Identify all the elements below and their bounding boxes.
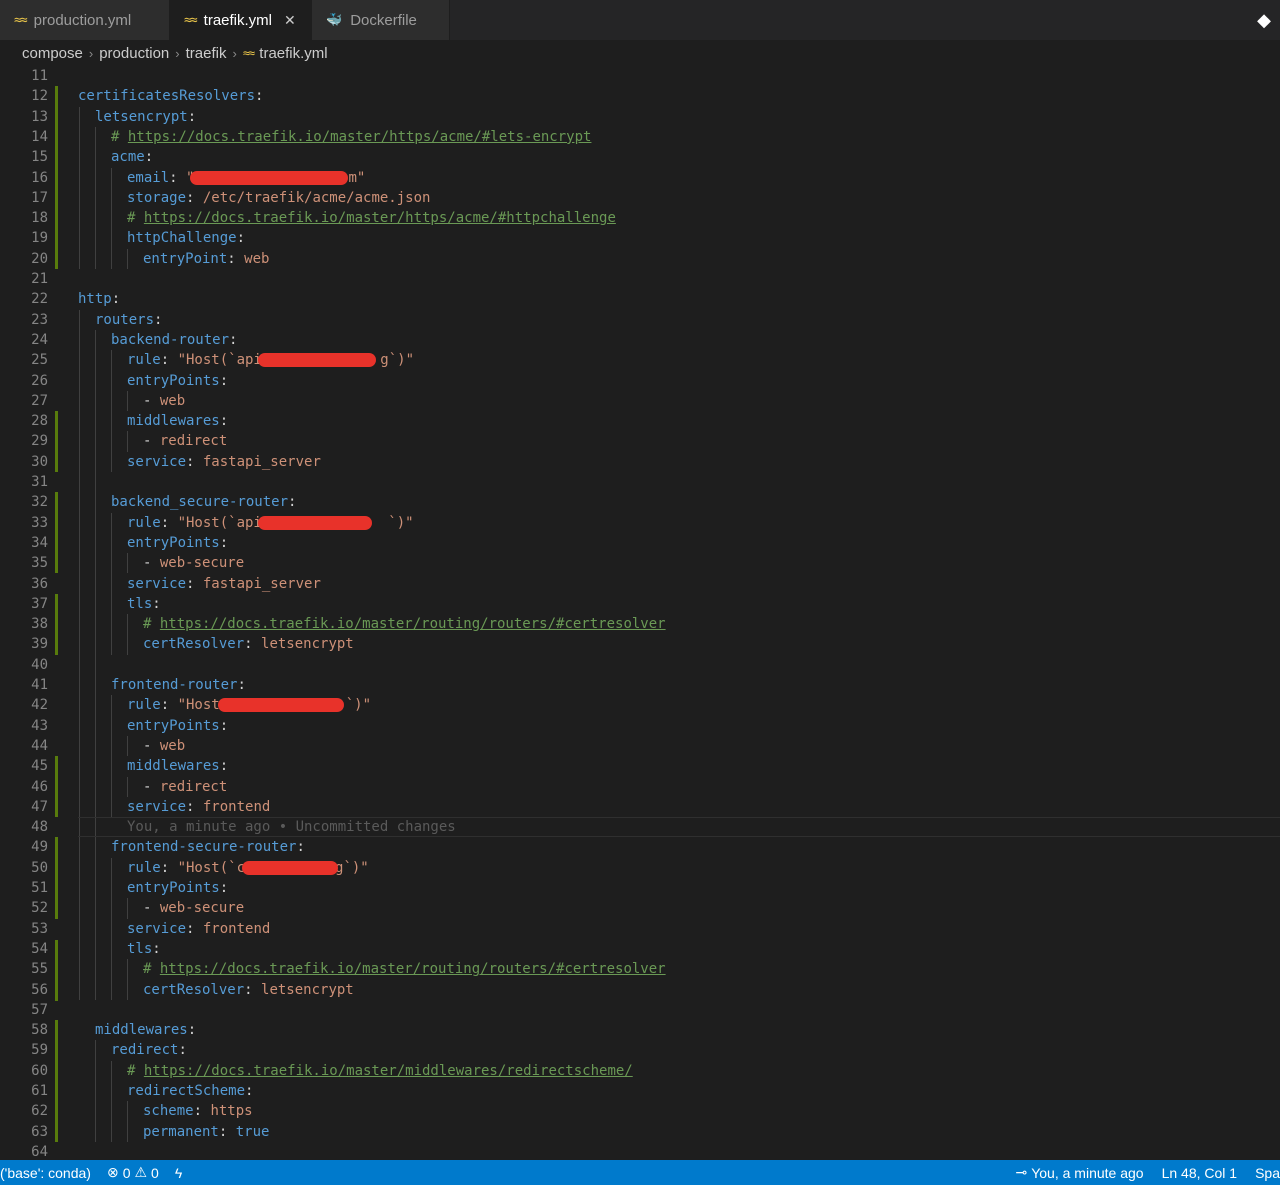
- redaction-mark: [190, 170, 348, 185]
- code-line: scheme: https: [143, 1103, 253, 1120]
- code-line: acme:: [111, 149, 154, 166]
- code-line: rule: "Host(`c g`)": [127, 859, 369, 876]
- code-line: # https://docs.traefik.io/master/https/a…: [127, 210, 616, 227]
- git-blame-annotation: You, a minute ago • Uncommitted changes: [127, 819, 456, 836]
- code-line: rule: "Host(`api. `)": [127, 514, 414, 531]
- code-line: - web-secure: [143, 555, 245, 572]
- code-line: middlewares:: [95, 1022, 197, 1039]
- line-number: 21: [31, 271, 48, 287]
- code-line: frontend-router:: [111, 677, 246, 693]
- line-number: 57: [31, 1001, 48, 1018]
- breadcrumb-item[interactable]: traefik: [186, 45, 227, 62]
- editor-tab-bar: ≈≈ production.yml ≈≈ traefik.yml ✕ 🐳 Doc…: [0, 0, 1280, 40]
- status-bar: ('base': conda) ⊗ 0 ⚠ 0 ϟ ⊸ You, a minute a…: [0, 1160, 1280, 1185]
- code-line: certResolver: letsencrypt: [143, 636, 354, 653]
- git-blame-status[interactable]: ⊸ You, a minute ago: [1007, 1164, 1151, 1181]
- code-line: - web-secure: [143, 900, 245, 917]
- comment-link[interactable]: https://docs.traefik.io/master/routing/r…: [160, 616, 666, 632]
- code-line: backend-router:: [111, 331, 238, 348]
- line-number: 31: [31, 474, 48, 490]
- redaction-mark: [258, 353, 376, 368]
- code-line: # https://docs.traefik.io/master/middlew…: [127, 1062, 633, 1079]
- code-line: letsencrypt:: [95, 108, 197, 125]
- yaml-icon: ≈≈: [242, 46, 256, 60]
- code-line: You, a minute ago • Uncommitted changes: [0, 817, 1280, 837]
- comment-link[interactable]: https://docs.traefik.io/master/https/acm…: [128, 129, 592, 145]
- code-line: tls:: [127, 940, 161, 957]
- code-line: - redirect: [143, 433, 228, 450]
- tab-production-yml[interactable]: ≈≈ production.yml: [0, 0, 170, 40]
- code-line: redirect:: [111, 1042, 187, 1059]
- code-line: routers:: [95, 311, 163, 328]
- code-line: service: frontend: [127, 920, 271, 937]
- yaml-icon: ≈≈: [14, 12, 28, 28]
- redaction-mark: [258, 515, 372, 530]
- code-line: middlewares:: [127, 758, 229, 775]
- code-line: entryPoints:: [127, 372, 229, 389]
- code-line: certResolver: letsencrypt: [143, 981, 354, 998]
- code-line: # https://docs.traefik.io/master/routing…: [143, 616, 666, 633]
- git-commit-icon: ⊸: [1015, 1164, 1028, 1180]
- code-line: - redirect: [143, 778, 228, 795]
- breadcrumb-item[interactable]: traefik.yml: [259, 45, 327, 62]
- close-icon[interactable]: ✕: [284, 12, 296, 29]
- git-compare-icon[interactable]: ◆: [1254, 10, 1274, 30]
- code-line: - web: [143, 737, 186, 754]
- code-line: backend_secure-router:: [111, 494, 297, 511]
- warning-icon: ⚠: [134, 1164, 148, 1180]
- code-line: redirectScheme:: [127, 1083, 254, 1099]
- code-line: - web: [143, 392, 186, 409]
- code-line: entryPoint: web: [143, 250, 270, 267]
- redaction-mark: [242, 860, 338, 875]
- comment-link[interactable]: https://docs.traefik.io/master/https/acm…: [144, 210, 616, 226]
- code-editor[interactable]: 11 12 13 14 15 16 17 18 19 20 21 22 23 24 25 26 27 28 29 30…: [0, 66, 1280, 1160]
- yaml-icon: ≈≈: [184, 12, 198, 28]
- code-line: storage: /etc/traefik/acme/acme.json: [127, 189, 431, 206]
- code-line: # https://docs.traefik.io/master/https/a…: [111, 128, 592, 145]
- code-line: rule: "Host `)": [127, 697, 372, 714]
- code-line: service: fastapi_server: [127, 575, 321, 592]
- code-line: entryPoints:: [127, 717, 229, 734]
- error-icon: ⊗: [106, 1164, 119, 1180]
- line-number: 11: [31, 68, 48, 84]
- code-line: middlewares:: [127, 413, 229, 430]
- comment-link[interactable]: https://docs.traefik.io/master/routing/r…: [160, 961, 666, 977]
- docker-icon: 🐳: [326, 12, 343, 27]
- tab-dockerfile[interactable]: 🐳 Dockerfile: [312, 0, 450, 40]
- breadcrumb-item[interactable]: production: [99, 45, 169, 62]
- comment-link[interactable]: https://docs.traefik.io/master/middlewar…: [144, 1063, 633, 1079]
- code-line: frontend-secure-router:: [111, 839, 305, 856]
- code-line: rule: "Host(`api. g`)": [127, 352, 415, 369]
- code-line: service: frontend: [127, 798, 271, 815]
- indentation-selector[interactable]: Spa: [1247, 1165, 1280, 1181]
- code-line: httpChallenge:: [127, 230, 246, 247]
- tab-label: production.yml: [33, 11, 132, 29]
- code-line: certificatesResolvers:: [78, 88, 264, 105]
- code-line: http:: [78, 291, 121, 308]
- chevron-right-icon: ›: [175, 45, 180, 61]
- code-line: permanent: true: [143, 1123, 270, 1140]
- tab-label: traefik.yml: [203, 11, 272, 29]
- code-line: tls:: [127, 595, 161, 612]
- code-line: entryPoints:: [127, 534, 229, 551]
- code-line: service: fastapi_server: [127, 453, 321, 470]
- breadcrumb: compose › production › traefik › ≈≈ trae…: [0, 40, 1280, 66]
- chevron-right-icon: ›: [88, 45, 94, 61]
- line-number: 40: [31, 656, 48, 673]
- chevron-right-icon: ›: [232, 45, 237, 61]
- tab-traefik-yml[interactable]: ≈≈ traefik.yml ✕: [170, 0, 312, 40]
- code-line: entryPoints:: [127, 880, 229, 896]
- code-line: # https://docs.traefik.io/master/routing…: [143, 961, 666, 978]
- cursor-position[interactable]: Ln 48, Col 1: [1152, 1165, 1248, 1181]
- python-env-selector[interactable]: ('base': conda): [0, 1165, 99, 1181]
- tab-label: Dockerfile: [350, 11, 417, 29]
- redaction-mark: [218, 698, 344, 713]
- lightning-icon[interactable]: ϟ: [167, 1165, 190, 1181]
- problems-indicator[interactable]: ⊗ 0 ⚠ 0: [99, 1164, 167, 1181]
- breadcrumb-item[interactable]: compose: [22, 45, 83, 62]
